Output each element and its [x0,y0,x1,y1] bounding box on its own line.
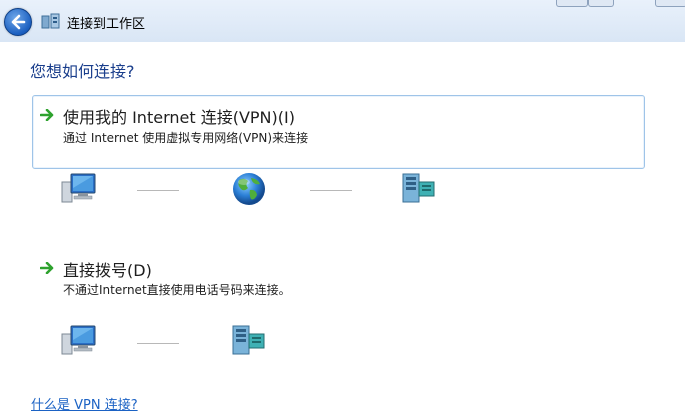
green-arrow-icon [40,109,54,121]
connection-line [137,190,179,191]
back-arrow-icon [11,14,26,30]
maximize-button-edge[interactable] [588,0,614,7]
what-is-vpn-link[interactable]: 什么是 VPN 连接? [31,394,138,413]
computer-icon [61,173,96,203]
title-bar: 连接到工作区 [0,0,685,42]
dialup-option-description: 不通过Internet直接使用电话号码来连接。 [63,283,291,297]
page-heading: 您想如何连接? [30,62,135,81]
globe-icon [233,173,265,205]
network-connection-icon [41,13,60,29]
server-icon [232,325,265,355]
vpn-option-title[interactable]: 使用我的 Internet 连接(VPN)(I) [63,104,295,128]
connection-line [310,190,352,191]
server-icon [402,173,435,203]
green-arrow-icon [40,262,54,274]
back-button[interactable] [4,8,32,36]
window-title: 连接到工作区 [67,17,146,32]
vpn-option-description: 通过 Internet 使用虚拟专用网络(VPN)来连接 [63,131,309,145]
dialup-option-title[interactable]: 直接拨号(D) [63,257,152,281]
connection-line [137,343,179,344]
minimize-button-edge[interactable] [556,0,588,7]
close-button-edge[interactable] [655,0,685,7]
computer-icon [61,325,96,355]
